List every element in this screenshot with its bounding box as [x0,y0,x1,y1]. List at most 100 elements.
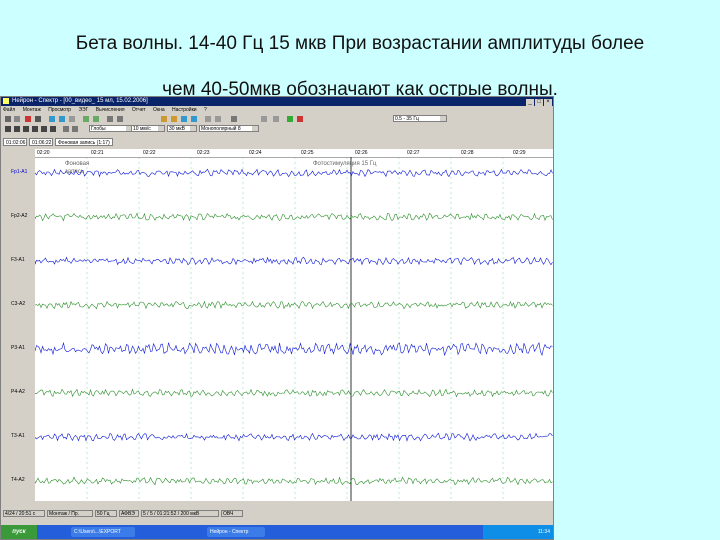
speed-down-icon[interactable] [72,126,78,132]
status-marker: ОВЧ [221,510,243,517]
menu-item-montage[interactable]: Монтаж [23,107,41,113]
eeg-trace [35,388,553,398]
eeg-trace [35,256,553,266]
eyes-open-icon[interactable] [181,116,187,122]
time-end-field: 01:06:22 [29,138,53,146]
taskbar-item[interactable]: С:\Users\...\EXPORT [71,527,135,537]
chevron-down-icon [190,126,196,131]
eeg-trace-area[interactable]: 02:20 02:21 02:22 02:23 02:24 02:25 02:2… [35,149,553,501]
channel-label[interactable]: T3-A1 [11,433,25,439]
eeg-traces [35,157,553,501]
montage-icon[interactable] [49,116,55,122]
open-icon[interactable] [5,116,11,122]
status-bar: 4/24 / 20:51 с Монтаж / Пр. 50 Гц АФВЭ 5… [1,509,553,518]
play-icon[interactable] [287,116,293,122]
time-tick: 02:29 [513,150,526,156]
menu-item-eeg[interactable]: ЭЭГ [78,107,88,113]
menu-item-calc[interactable]: Вычисления [96,107,125,113]
next-icon[interactable] [32,126,38,132]
time-tick: 02:21 [91,150,104,156]
time-tick: 02:25 [301,150,314,156]
slide-title-line-1: Бета волны. 14-40 Гц 15 мкв При возраста… [75,33,645,54]
speed-up-icon[interactable] [63,126,69,132]
eeg-app-window: Нейрон - Спектр - [00_видео_ 15 мл, 15.0… [0,96,554,540]
prev-icon[interactable] [23,126,29,132]
montage-select[interactable]: Монополярный 8 [199,125,259,132]
toolbar-navigation: Глобы 10 мм/с 30 мкВ Монополярный 8 [1,124,553,134]
channel-label[interactable]: C3-A2 [11,301,25,307]
filter-icon[interactable] [59,116,65,122]
time-tick: 02:24 [249,150,262,156]
filter-select[interactable]: Глобы [89,125,133,132]
event-label: Фоновая [65,161,90,167]
marker-icon[interactable] [107,116,113,122]
eeg-trace [35,341,553,357]
eeg-trace [35,476,553,486]
close-button[interactable]: × [544,99,552,106]
minimize-button[interactable]: _ [526,99,534,106]
channel-labels-column: Fp1-A1 Fp2-A2 F3-A1 C3-A2 P3-A1 P4-A2 T3… [1,149,36,489]
menu-item-view[interactable]: Просмотр [48,107,71,113]
time-tick: 02:27 [407,150,420,156]
channel-label[interactable]: Fp1-A1 [11,169,27,175]
first-page-icon[interactable] [5,126,11,132]
menu-bar: Файл Монтаж Просмотр ЭЭГ Вычисления Отче… [1,106,553,114]
app-icon [3,98,9,104]
frequency-range-select[interactable]: 0.5 - 35 Гц [393,115,447,122]
chevron-down-icon [252,126,258,131]
eeg-trace [35,168,553,178]
time-start-field: 01:02:06 [3,138,27,146]
eeg-trace [35,432,553,442]
recording-info-bar: 01:02:06 01:06:22 Фоновая запись (1:17) [1,137,553,147]
table-icon[interactable] [273,116,279,122]
video-icon[interactable] [205,116,211,122]
eeg-trace [35,300,553,310]
system-tray: 11:34 [483,525,553,539]
state-field: Фоновая запись (1:17) [55,138,113,146]
status-info: АФВЭ [119,510,139,517]
menu-item-report[interactable]: Отчет [132,107,146,113]
channel-label[interactable]: P3-A1 [11,345,25,351]
eyes-closed-icon[interactable] [191,116,197,122]
print-icon[interactable] [35,116,41,122]
zoom-icon[interactable] [69,116,75,122]
menu-item-settings[interactable]: Настройки [172,107,197,113]
channel-label[interactable]: P4-A2 [11,389,25,395]
window-titlebar: Нейрон - Спектр - [00_видео_ 15 мл, 15.0… [1,97,553,106]
time-tick: 02:23 [197,150,210,156]
menu-item-windows[interactable]: Окна [153,107,165,113]
channel-label[interactable]: Fp2-A2 [11,213,27,219]
taskbar-item-active[interactable]: Нейрон - Спектр [207,527,265,537]
maximize-button[interactable]: □ [535,99,543,106]
last-page-icon[interactable] [50,126,56,132]
spectrum-icon[interactable] [83,116,89,122]
time-tick: 02:26 [355,150,368,156]
tray-clock: 11:34 [537,529,550,535]
map-icon[interactable] [93,116,99,122]
chevron-down-icon [158,126,164,131]
prev-page-icon[interactable] [14,126,20,132]
next-page-icon[interactable] [41,126,47,132]
photo-stim-icon[interactable] [161,116,167,122]
time-tick: 02:20 [37,150,50,156]
start-button[interactable]: пуск [1,525,37,539]
camera-icon[interactable] [215,116,221,122]
toolbar-main: 0.5 - 35 Гц [1,114,553,124]
window-title: Нейрон - Спектр - [00_видео_ 15 мл, 15.0… [12,98,148,104]
time-tick: 02:22 [143,150,156,156]
time-tick: 02:28 [461,150,474,156]
menu-item-file[interactable]: Файл [3,107,15,113]
channel-label[interactable]: T4-A2 [11,477,25,483]
horizontal-scrollbar[interactable] [35,501,553,509]
speed-select[interactable]: 10 мм/с [131,125,165,132]
stop-icon[interactable] [297,116,303,122]
sensitivity-select[interactable]: 30 мкВ [167,125,197,132]
menu-item-help[interactable]: ? [204,107,207,113]
save-icon[interactable] [14,116,20,122]
ruler-icon[interactable] [117,116,123,122]
channel-label[interactable]: F3-A1 [11,257,25,263]
record-icon[interactable] [25,116,31,122]
hyperventilation-icon[interactable] [171,116,177,122]
grid-icon[interactable] [261,116,267,122]
tools-icon[interactable] [231,116,237,122]
